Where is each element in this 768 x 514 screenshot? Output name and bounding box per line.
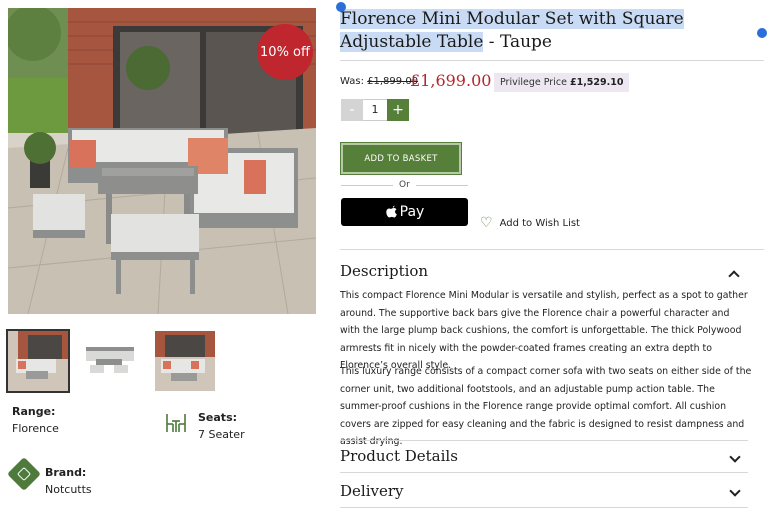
quantity-decrease-button[interactable]: - [341,99,363,121]
product-title: Florence Mini Modular Set with Square Ad… [340,8,764,54]
description-top-divider [340,249,764,250]
chevron-down-icon[interactable] [729,485,741,497]
seats-label: Seats: [198,411,238,424]
thumbnail-1[interactable] [6,329,70,393]
description-paragraph-1: This compact Florence Mini Modular is ve… [340,290,748,371]
apple-icon [385,205,397,217]
seats-spec: Seats: 7 Seater [198,411,245,441]
was-label: Was: [340,76,364,87]
chevron-down-icon[interactable] [729,451,741,463]
quantity-stepper: - 1 + [341,99,409,121]
product-details-divider [340,440,748,441]
seats-icon [163,412,189,438]
add-to-basket-button[interactable]: ADD TO BASKET [340,142,462,175]
privilege-label: Privilege Price [500,77,567,88]
range-spec: Range: Florence [12,405,59,435]
description-paragraph-2: This luxury range consists of a compact … [340,366,752,447]
or-label: Or [399,180,410,190]
quantity-input[interactable]: 1 [363,99,387,121]
privilege-price: £1,529.10 [569,77,624,88]
add-to-wish-list-link[interactable]: ♡ Add to Wish List [480,216,580,230]
brand-value: Notcutts [45,483,92,496]
brand-spec: Brand: Notcutts [45,466,92,496]
brand-label: Brand: [45,466,87,479]
range-value: Florence [12,422,59,435]
delivery-heading[interactable]: Delivery [340,482,404,500]
thumbnail-image [8,331,68,391]
selection-start-handle[interactable] [336,2,346,12]
title-divider [340,60,764,61]
current-price: £1,699.00 [410,71,492,90]
seats-value: 7 Seater [198,428,245,441]
or-divider-right [416,185,468,186]
privilege-price-badge: Privilege Price £1,529.10 [494,73,630,92]
product-main-image[interactable]: 10% off [8,8,316,314]
wish-list-label: Add to Wish List [499,217,580,229]
thumbnail-image [80,331,140,391]
brand-tag-icon [7,457,41,491]
thumbnail-2[interactable] [80,331,140,391]
selection-end-handle[interactable] [757,28,767,38]
description-heading[interactable]: Description [340,262,428,280]
delivery-divider [340,472,748,473]
quantity-increase-button[interactable]: + [387,99,409,121]
product-title-suffix: - Taupe [483,32,552,52]
was-price-block: Was: £1,899.00 [340,76,418,87]
product-details-heading[interactable]: Product Details [340,447,458,465]
or-divider-left [341,185,393,186]
heart-icon: ♡ [480,215,493,231]
apple-pay-button[interactable]: Pay [341,198,468,226]
thumbnail-3[interactable] [155,331,215,391]
chevron-up-icon[interactable] [728,270,740,282]
range-label: Range: [12,405,56,418]
discount-badge: 10% off [257,24,313,80]
delivery-bottom-divider [340,507,748,508]
thumbnail-image [155,331,215,391]
apple-pay-label: Pay [399,204,425,220]
